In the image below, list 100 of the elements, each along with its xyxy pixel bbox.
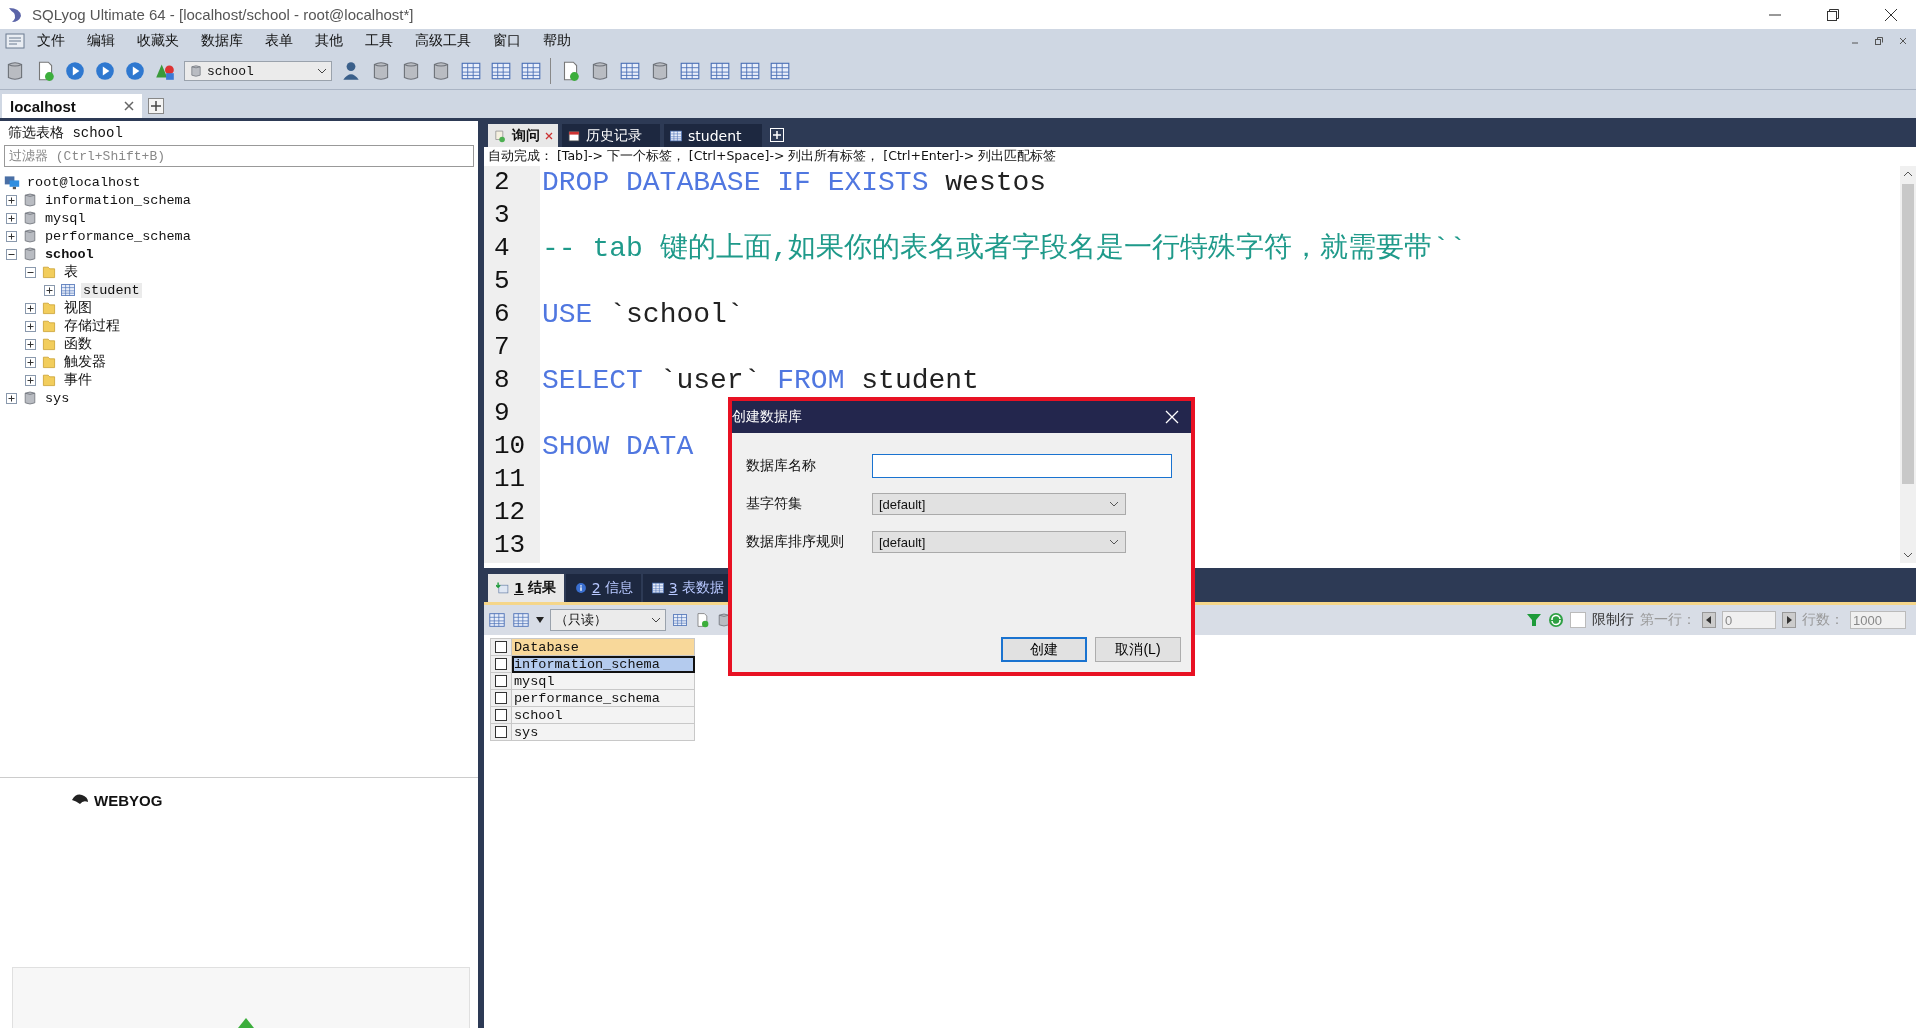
play-icon: [64, 60, 86, 82]
result-tab[interactable]: 1 结果: [488, 574, 564, 602]
chevron-icon[interactable]: [1109, 500, 1119, 508]
dropdown[interactable]: [default]: [872, 493, 1126, 515]
row-checkbox[interactable]: [495, 726, 507, 738]
tree-item[interactable]: 视图: [62, 299, 94, 317]
table-icon: [769, 60, 791, 82]
filter-icon[interactable]: [1526, 612, 1542, 628]
connection-tab[interactable]: localhost: [2, 94, 142, 118]
header-checkbox[interactable]: [495, 641, 507, 653]
database-icon: [22, 210, 38, 226]
tree-toggle[interactable]: [25, 356, 36, 368]
tree-item[interactable]: 函数: [62, 335, 94, 353]
line-number: 12: [493, 496, 527, 529]
folder-icon: [41, 318, 57, 334]
row-checkbox[interactable]: [495, 658, 507, 670]
tree-item[interactable]: mysql: [43, 210, 88, 226]
dialog-button[interactable]: 取消(L): [1095, 637, 1181, 662]
line-number: 7: [493, 331, 511, 364]
play-icon: [124, 60, 146, 82]
menu-item[interactable]: 表单: [254, 32, 304, 50]
tree-item[interactable]: 事件: [62, 371, 94, 389]
restore-icon[interactable]: [1826, 7, 1840, 22]
caret-icon[interactable]: [536, 617, 544, 623]
menu-item[interactable]: 高级工具: [404, 32, 482, 50]
tree-item[interactable]: 触发器: [62, 353, 108, 371]
mode-select[interactable]: （只读）: [550, 609, 666, 631]
menu-item[interactable]: 窗口: [482, 32, 532, 50]
code-line: SHOW DATA: [542, 431, 694, 462]
table-icon: [490, 60, 512, 82]
line-number: 9: [493, 397, 511, 430]
table-icon: [512, 611, 530, 629]
tree-toggle[interactable]: [25, 302, 36, 314]
editor-tab[interactable]: student: [664, 124, 762, 147]
tree-toggle[interactable]: [25, 338, 36, 350]
chevron-icon[interactable]: [317, 67, 327, 75]
field-label: 基字符集: [746, 495, 803, 513]
tree-toggle[interactable]: [25, 320, 36, 332]
tree-item[interactable]: 表: [62, 263, 80, 281]
editor-tab[interactable]: 询问: [488, 124, 558, 147]
column-header[interactable]: Database: [511, 638, 695, 656]
name-field[interactable]: [872, 454, 1172, 478]
line-number: 2: [493, 166, 511, 199]
tree-item[interactable]: school: [43, 246, 96, 262]
play-icon: [94, 60, 116, 82]
menu-item[interactable]: 文件: [26, 32, 76, 50]
scroll-icon: [493, 128, 507, 143]
close-icon[interactable]: [1884, 7, 1898, 22]
logo-text: WEBYOG: [94, 792, 163, 809]
limit-rows-label: 限制行: [1592, 611, 1634, 629]
tree-item[interactable]: student: [81, 282, 142, 298]
dropdown[interactable]: [default]: [872, 531, 1126, 553]
row-checkbox[interactable]: [495, 709, 507, 721]
editor-tab[interactable]: 历史记录: [562, 124, 660, 147]
table-icon: [650, 581, 665, 595]
tree-item[interactable]: performance_schema: [43, 228, 193, 244]
menu-item[interactable]: 编辑: [76, 32, 126, 50]
tree-item[interactable]: information_schema: [43, 192, 193, 208]
chevron-icon[interactable]: [651, 616, 661, 624]
tree-toggle[interactable]: [25, 266, 36, 278]
tree-toggle[interactable]: [6, 212, 17, 224]
menu-item[interactable]: 工具: [354, 32, 404, 50]
code-line: DROP DATABASE IF EXISTS westos: [542, 167, 1047, 198]
table-icon: [709, 60, 731, 82]
database-select[interactable]: school: [184, 61, 332, 81]
code-line: SELECT `user` FROM student: [542, 365, 979, 396]
scrollbar[interactable]: [1900, 166, 1916, 563]
menu-item[interactable]: 其他: [304, 32, 354, 50]
database-icon: [189, 64, 203, 78]
row-checkbox[interactable]: [495, 692, 507, 704]
line-number: 5: [493, 265, 511, 298]
menu-item[interactable]: 收藏夹: [126, 32, 190, 50]
menu-item[interactable]: 帮助: [532, 32, 582, 50]
tree-toggle[interactable]: [25, 374, 36, 386]
filter-field[interactable]: 过滤器 (Ctrl+Shift+B): [4, 145, 474, 167]
table-icon: [619, 60, 641, 82]
tree-item[interactable]: 存储过程: [62, 317, 122, 335]
tree-toggle[interactable]: [6, 248, 17, 260]
refresh-icon[interactable]: [1548, 612, 1564, 628]
limit-rows-checkbox[interactable]: [1570, 612, 1586, 628]
autocomplete-hint: 自动完成： [Tab]-> 下一个标签， [Ctrl+Space]-> 列出所有标签， [Ctrl+Enter]-> 列出匹配标签: [487, 147, 1058, 165]
tree-item[interactable]: sys: [43, 390, 72, 406]
tree-toggle[interactable]: [6, 230, 17, 242]
folder-icon: [41, 354, 57, 370]
menu-item[interactable]: 数据库: [190, 32, 254, 50]
line-number: 6: [493, 298, 511, 331]
result-tab[interactable]: 2 信息: [565, 574, 641, 602]
field-label: 数据库排序规则: [746, 533, 845, 551]
row-checkbox[interactable]: [495, 675, 507, 687]
tree-toggle[interactable]: [6, 392, 17, 404]
document-icon: [694, 612, 710, 628]
tree-toggle[interactable]: [44, 284, 55, 296]
line-number: 8: [493, 364, 511, 397]
calendar-icon: [567, 128, 581, 143]
chevron-icon[interactable]: [1109, 538, 1119, 546]
first-row-label: 第一行：: [1640, 611, 1696, 629]
line-number: 4: [493, 232, 511, 265]
dialog-button[interactable]: 创建: [1001, 637, 1087, 662]
tree-toggle[interactable]: [6, 194, 17, 206]
tree-item[interactable]: root@localhost: [25, 174, 143, 190]
